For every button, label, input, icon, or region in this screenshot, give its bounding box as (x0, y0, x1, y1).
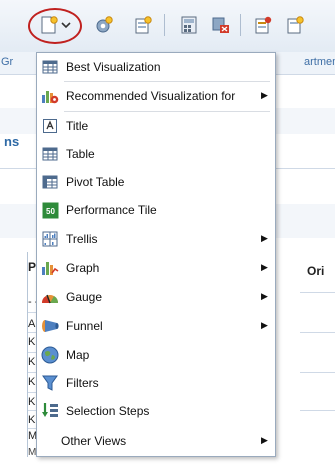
graph-icon (41, 259, 59, 277)
submenu-arrow-icon: ▶ (261, 291, 268, 301)
menu-item-label: Pivot Table (66, 175, 125, 189)
menu-item-filters[interactable]: Filters (37, 369, 275, 397)
table-row-line (300, 332, 335, 333)
section-title: ns (4, 134, 20, 149)
highlight-circle (28, 8, 82, 44)
menu-item-gauge[interactable]: Gauge ▶ (37, 283, 275, 311)
menu-item-table[interactable]: Table (37, 140, 275, 168)
submenu-arrow-icon: ▶ (261, 262, 268, 272)
properties-icon[interactable] (252, 14, 274, 36)
menu-item-graph[interactable]: Graph ▶ (37, 254, 275, 282)
menu-item-performance-tile[interactable]: 50 Performance Tile (37, 196, 275, 224)
cog-add-icon[interactable] (93, 14, 115, 36)
export-icon[interactable] (284, 14, 306, 36)
menu-item-label: Gauge (66, 290, 103, 304)
column-header: Ori (307, 264, 325, 278)
menu-item-label: Recommended Visualization for (66, 89, 236, 103)
submenu-arrow-icon: ▶ (261, 233, 268, 243)
remove-icon[interactable] (210, 14, 232, 36)
menu-item-label: Performance Tile (66, 203, 157, 217)
performance-tile-icon: 50 (41, 201, 59, 219)
menu-item-label: Funnel (66, 319, 103, 333)
map-globe-icon (41, 346, 59, 364)
menu-item-label: Best Visualization (66, 60, 161, 74)
menu-item-map[interactable]: Map (37, 341, 275, 369)
menu-item-label: Other Views (61, 434, 127, 448)
trellis-icon (41, 230, 59, 248)
filter-icon (41, 374, 59, 392)
table-row-line (300, 292, 335, 293)
menu-item-best-visualization[interactable]: Best Visualization (37, 53, 275, 81)
selection-steps-icon (41, 402, 59, 420)
table-row-line (300, 372, 335, 373)
edit-view-icon[interactable] (132, 14, 154, 36)
menu-item-label: Filters (66, 376, 99, 390)
menu-item-label: Trellis (66, 232, 98, 246)
menu-item-other-views[interactable]: Other Views ▶ (37, 427, 275, 455)
submenu-arrow-icon: ▶ (261, 435, 268, 445)
new-view-menu: Best Visualization Recommended Visualiza… (36, 52, 276, 457)
background-link-text: Gr (1, 56, 14, 68)
gauge-icon (41, 288, 59, 306)
calculator-icon[interactable] (178, 14, 200, 36)
recommended-chart-icon (41, 87, 59, 105)
menu-item-title[interactable]: Title (37, 112, 275, 140)
menu-item-label: Selection Steps (66, 404, 150, 418)
table-icon (41, 145, 59, 163)
table-row-line (300, 410, 335, 411)
menu-item-label: Map (66, 348, 90, 362)
background-link-text: artmen (304, 56, 335, 68)
pivot-table-icon (41, 173, 59, 191)
menu-item-pivot-table[interactable]: Pivot Table (37, 168, 275, 196)
title-icon (41, 117, 59, 135)
menu-item-recommended-visualization[interactable]: Recommended Visualization for ▶ (37, 82, 275, 110)
menu-item-selection-steps[interactable]: Selection Steps (37, 397, 275, 425)
toolbar-separator (240, 14, 241, 36)
menu-item-label: Title (66, 119, 89, 133)
menu-item-trellis[interactable]: Trellis ▶ (37, 225, 275, 253)
toolbar-separator (164, 14, 165, 36)
menu-item-funnel[interactable]: Funnel ▶ (37, 312, 275, 340)
submenu-arrow-icon: ▶ (261, 320, 268, 330)
menu-item-label: Graph (66, 261, 100, 275)
table-grid-icon (41, 58, 59, 76)
submenu-arrow-icon: ▶ (261, 90, 268, 100)
menu-item-label: Table (66, 147, 95, 161)
view-toolbar (0, 0, 335, 53)
funnel-icon (41, 317, 59, 335)
performance-tile-glyph: 50 (46, 207, 55, 216)
